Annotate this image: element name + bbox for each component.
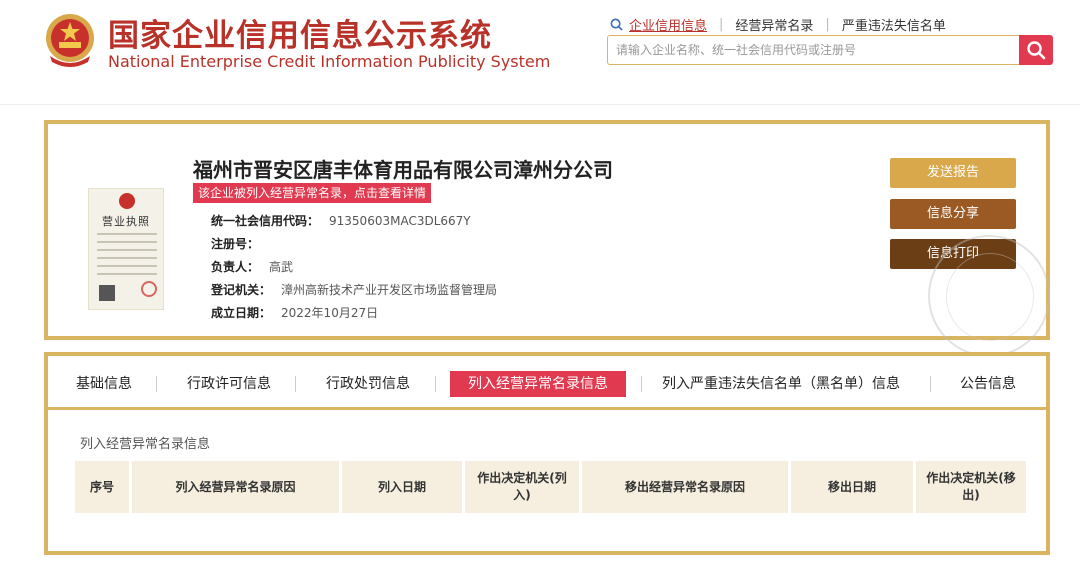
national-emblem-icon [46, 14, 94, 67]
site-subtitle: National Enterprise Credit Information P… [108, 52, 551, 71]
nav-abnormal-list[interactable]: 经营异常名录 [735, 15, 813, 34]
license-text-lines [97, 233, 157, 281]
table-header-row: 序号 列入经营异常名录原因 列入日期 作出决定机关(列入) 移出经营异常名录原因… [75, 461, 1026, 513]
col-index: 序号 [75, 461, 129, 513]
company-info: 统一社会信用代码： 91350603MAC3DL667Y 注册号： 负责人： 高武 … [211, 210, 497, 325]
info-value: 高武 [269, 260, 294, 274]
info-label: 注册号： [211, 237, 260, 251]
nav-separator: | [825, 17, 830, 32]
tab-basic-info[interactable]: 基础信息 [76, 371, 132, 397]
search-input[interactable] [607, 35, 1019, 65]
info-label: 负责人： [211, 260, 260, 274]
info-label: 登记机关： [211, 283, 272, 297]
col-list-reason: 列入经营异常名录原因 [132, 461, 339, 513]
col-remove-reason: 移出经营异常名录原因 [582, 461, 788, 513]
nav-separator: | [719, 17, 724, 32]
info-panel: 基础信息 行政许可信息 行政处罚信息 列入经营异常名录信息 列入严重违法失信名单… [44, 352, 1050, 555]
tab-separator [930, 376, 931, 392]
send-report-button[interactable]: 发送报告 [890, 158, 1016, 188]
col-remove-date: 移出日期 [791, 461, 913, 513]
search-icon [1027, 41, 1046, 60]
info-row-registration-authority: 登记机关： 漳州高新技术产业开发区市场监督管理局 [211, 279, 497, 302]
info-label: 成立日期： [211, 306, 272, 320]
info-row-principal: 负责人： 高武 [211, 256, 497, 279]
tab-announcements[interactable]: 公告信息 [960, 371, 1016, 397]
watermark-stamp [928, 235, 1050, 357]
site-header: 国家企业信用信息公示系统 National Enterprise Credit … [0, 0, 1080, 104]
tab-admin-license[interactable]: 行政许可信息 [187, 371, 271, 397]
col-list-date: 列入日期 [342, 461, 462, 513]
tab-separator [641, 376, 642, 392]
abnormal-notice-badge[interactable]: 该企业被列入经营异常名录，点击查看详情 [193, 183, 432, 203]
company-card: 营业执照 福州市晋安区唐丰体育用品有限公司漳州分公司 该企业被列入经营异常名录，… [44, 120, 1050, 340]
search-icon [610, 18, 623, 31]
top-nav: 企业信用信息 | 经营异常名录 | 严重违法失信名单 [610, 15, 946, 34]
tab-separator [295, 376, 296, 392]
nav-blacklist[interactable]: 严重违法失信名单 [842, 15, 946, 34]
tab-bar: 基础信息 行政许可信息 行政处罚信息 列入经营异常名录信息 列入严重违法失信名单… [48, 356, 1046, 410]
abnormal-list-table: 序号 列入经营异常名录原因 列入日期 作出决定机关(列入) 移出经营异常名录原因… [72, 461, 1029, 513]
col-list-authority: 作出决定机关(列入) [465, 461, 579, 513]
col-remove-authority: 作出决定机关(移出) [916, 461, 1026, 513]
company-name: 福州市晋安区唐丰体育用品有限公司漳州分公司 [193, 158, 613, 182]
business-license-image[interactable]: 营业执照 [88, 188, 164, 310]
info-row-founded-date: 成立日期： 2022年10月27日 [211, 302, 497, 325]
search-button[interactable] [1019, 35, 1053, 65]
section-title: 列入经营异常名录信息 [80, 437, 211, 452]
license-emblem-icon [119, 193, 135, 209]
tab-admin-penalty[interactable]: 行政处罚信息 [326, 371, 410, 397]
info-value: 2022年10月27日 [281, 306, 379, 320]
info-value: 91350603MAC3DL667Y [329, 214, 471, 228]
info-value: 漳州高新技术产业开发区市场监督管理局 [281, 283, 498, 297]
info-row-credit-code: 统一社会信用代码： 91350603MAC3DL667Y [211, 210, 497, 233]
site-title: 国家企业信用信息公示系统 [108, 18, 492, 54]
nav-enterprise-credit[interactable]: 企业信用信息 [629, 15, 707, 34]
tab-blacklist[interactable]: 列入严重违法失信名单（黑名单）信息 [662, 371, 900, 397]
license-title: 营业执照 [102, 215, 150, 228]
seal-icon [141, 281, 157, 297]
tab-abnormal-list[interactable]: 列入经营异常名录信息 [450, 371, 626, 397]
share-info-button[interactable]: 信息分享 [890, 199, 1016, 229]
info-label: 统一社会信用代码： [211, 214, 320, 228]
tab-separator [435, 376, 436, 392]
info-row-reg-number: 注册号： [211, 233, 497, 256]
header-divider [0, 104, 1080, 105]
qr-code-icon [99, 285, 115, 301]
tab-separator [156, 376, 157, 392]
